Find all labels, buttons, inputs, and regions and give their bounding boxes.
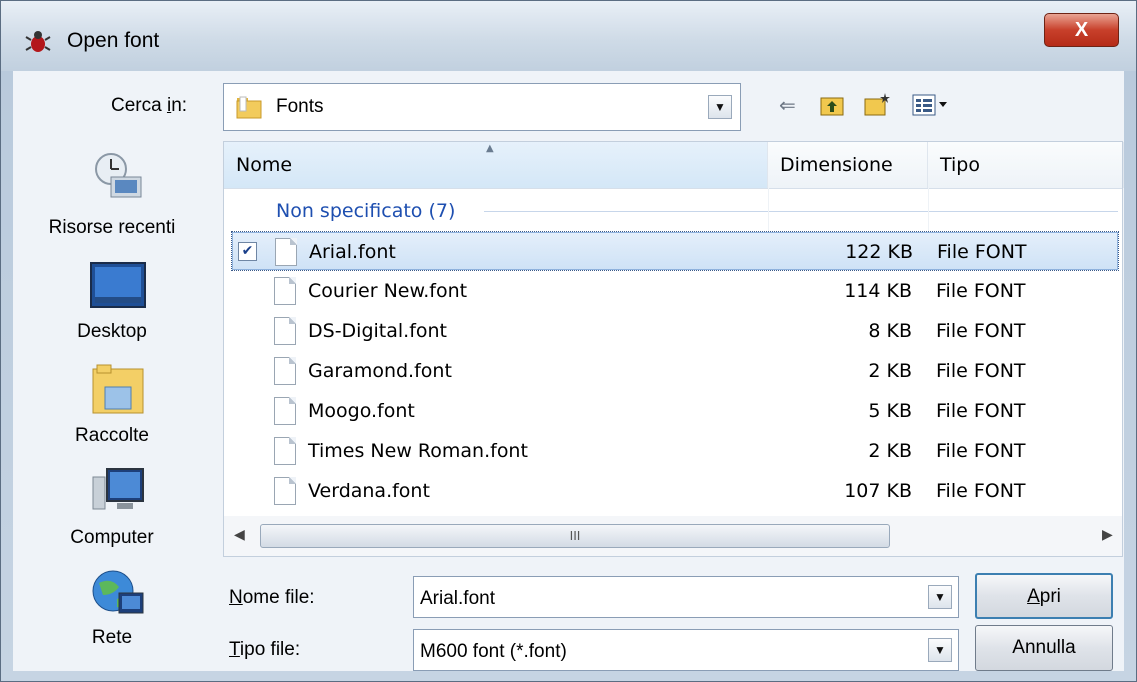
up-folder-icon[interactable] bbox=[819, 93, 845, 117]
file-size: 107 KB bbox=[844, 480, 912, 502]
file-name: Verdana.font bbox=[308, 480, 430, 502]
file-name: Courier New.font bbox=[308, 280, 468, 302]
filetype-dropdown-arrow[interactable]: ▼ bbox=[928, 638, 952, 662]
computer-icon bbox=[92, 468, 144, 510]
open-button[interactable]: Apri bbox=[975, 573, 1113, 619]
file-type: File FONT bbox=[936, 320, 1026, 342]
recent-places-icon bbox=[95, 153, 142, 198]
place-desktop-label: Desktop bbox=[77, 321, 147, 342]
sort-ascending-icon: ▲ bbox=[486, 143, 494, 154]
file-name: Times New Roman.font bbox=[308, 440, 528, 462]
file-type: File FONT bbox=[936, 400, 1026, 422]
new-folder-icon[interactable] bbox=[863, 91, 891, 117]
group-divider bbox=[484, 211, 1118, 212]
file-row[interactable]: DS-Digital.font 8 KB File FONT bbox=[232, 312, 1118, 350]
file-icon bbox=[275, 238, 297, 266]
file-name: Moogo.font bbox=[308, 400, 415, 422]
file-size: 114 KB bbox=[844, 280, 912, 302]
view-menu-icon[interactable] bbox=[911, 93, 961, 117]
file-type: File FONT bbox=[937, 241, 1027, 263]
look-in-value: Fonts bbox=[276, 96, 324, 117]
file-name: DS-Digital.font bbox=[308, 320, 448, 342]
place-libraries-label: Raccolte bbox=[75, 425, 149, 446]
file-row[interactable]: Courier New.font 114 KB File FONT bbox=[232, 272, 1118, 310]
filetype-dropdown[interactable]: M600 font (*.font) ▼ bbox=[413, 629, 959, 671]
scroll-thumb[interactable]: III bbox=[260, 524, 890, 548]
file-row[interactable]: ✔ Arial.font 122 KB File FONT bbox=[231, 231, 1119, 271]
grip-icon: III bbox=[569, 528, 581, 543]
column-header-size[interactable]: Dimensione bbox=[768, 142, 928, 188]
file-size: 5 KB bbox=[868, 400, 912, 422]
network-icon bbox=[92, 570, 144, 614]
folder-icon bbox=[236, 96, 262, 119]
group-header[interactable]: Non specificato (7) bbox=[276, 200, 455, 222]
scroll-right-icon[interactable]: ▶ bbox=[1102, 526, 1113, 543]
file-size: 8 KB bbox=[868, 320, 912, 342]
filetype-value: M600 font (*.font) bbox=[420, 641, 567, 662]
title-bar[interactable]: Open font X bbox=[1, 1, 1136, 71]
file-icon bbox=[274, 357, 296, 385]
file-list[interactable]: ▲ Nome Dimensione Tipo Non specificato (… bbox=[223, 141, 1124, 557]
file-icon bbox=[274, 477, 296, 505]
filetype-label: Tipo file: bbox=[229, 639, 301, 660]
file-row[interactable]: Verdana.font 107 KB File FONT bbox=[232, 472, 1118, 510]
horizontal-scrollbar[interactable]: ◀ III ▶ bbox=[224, 516, 1122, 556]
file-row[interactable]: Garamond.font 2 KB File FONT bbox=[232, 352, 1118, 390]
column-header-row: ▲ Nome Dimensione Tipo bbox=[224, 142, 1124, 189]
checkmark-icon[interactable]: ✔ bbox=[238, 242, 257, 261]
look-in-dropdown-arrow[interactable]: ▼ bbox=[708, 95, 732, 119]
close-icon: X bbox=[1074, 19, 1089, 41]
file-name: Garamond.font bbox=[308, 360, 452, 382]
file-name: Arial.font bbox=[309, 241, 396, 263]
file-icon bbox=[274, 437, 296, 465]
look-in-dropdown[interactable]: Fonts ▼ bbox=[223, 83, 741, 131]
back-arrow-icon[interactable]: ⇐ bbox=[779, 93, 796, 118]
app-bug-icon bbox=[25, 31, 51, 52]
close-button[interactable]: X bbox=[1044, 13, 1119, 47]
scroll-left-icon[interactable]: ◀ bbox=[234, 526, 245, 543]
file-type: File FONT bbox=[936, 440, 1026, 462]
open-font-dialog: Open font X Cerca in: Fonts ▼ ⇐ Risorse … bbox=[0, 0, 1137, 682]
file-type: File FONT bbox=[936, 360, 1026, 382]
place-network-label: Rete bbox=[91, 627, 133, 648]
file-icon bbox=[274, 397, 296, 425]
libraries-icon bbox=[92, 364, 144, 414]
column-header-type[interactable]: Tipo bbox=[928, 142, 1124, 188]
look-in-label: Cerca in: bbox=[111, 95, 188, 116]
place-computer-label: Computer bbox=[70, 527, 154, 548]
file-icon bbox=[274, 317, 296, 345]
filename-dropdown-arrow[interactable]: ▼ bbox=[928, 585, 952, 609]
file-size: 2 KB bbox=[868, 440, 912, 462]
file-type: File FONT bbox=[936, 480, 1026, 502]
places-bar: Risorse recenti Desktop Raccolte Compute… bbox=[13, 141, 211, 671]
filename-value: Arial.font bbox=[420, 588, 495, 609]
window-title: Open font bbox=[67, 29, 160, 52]
desktop-icon bbox=[90, 262, 146, 308]
file-size: 122 KB bbox=[845, 241, 913, 263]
place-recent-label: Risorse recenti bbox=[48, 217, 176, 238]
file-row[interactable]: Moogo.font 5 KB File FONT bbox=[232, 392, 1118, 430]
file-icon bbox=[274, 277, 296, 305]
file-row[interactable]: Times New Roman.font 2 KB File FONT bbox=[232, 432, 1118, 470]
column-header-name[interactable]: ▲ Nome bbox=[224, 142, 768, 188]
filename-input[interactable]: Arial.font ▼ bbox=[413, 576, 959, 618]
file-size: 2 KB bbox=[868, 360, 912, 382]
file-type: File FONT bbox=[936, 280, 1026, 302]
cancel-button[interactable]: Annulla bbox=[975, 625, 1113, 671]
filename-label: Nome file: bbox=[229, 587, 315, 608]
